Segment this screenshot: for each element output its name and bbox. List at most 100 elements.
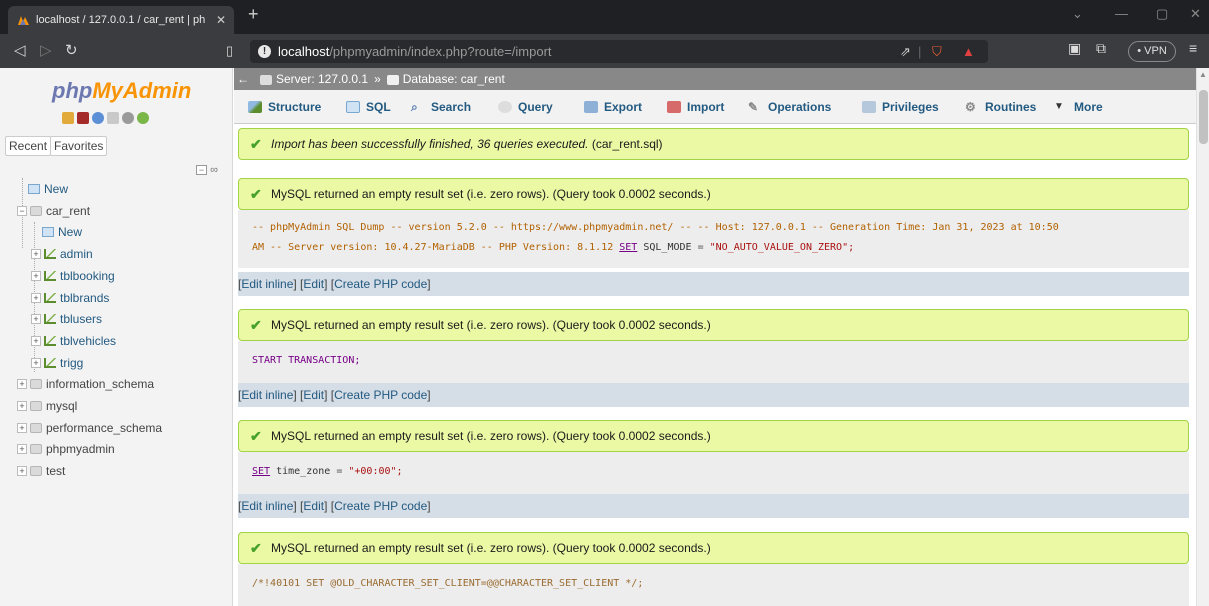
tree-item-car-rent[interactable]: − car_rent xyxy=(0,200,232,222)
search-icon: ⌕ xyxy=(411,100,418,114)
tree-item-tblusers[interactable]: + tblusers xyxy=(0,308,232,330)
table-icon xyxy=(44,314,56,325)
breadcrumb-database[interactable]: Database: car_rent xyxy=(403,72,505,86)
site-info-icon[interactable]: ! xyxy=(258,45,271,58)
expand-icon[interactable]: + xyxy=(17,444,27,455)
expand-icon[interactable]: + xyxy=(17,401,27,411)
tab-privileges[interactable]: Privileges xyxy=(862,98,939,116)
scrollbar-thumb[interactable] xyxy=(1199,90,1208,144)
expand-icon[interactable]: + xyxy=(17,422,27,433)
sql-query-box: START TRANSACTION; xyxy=(238,341,1189,383)
table-icon xyxy=(44,249,56,260)
tab-more[interactable]: ▼ More xyxy=(1054,98,1103,116)
sql-query-box: /*!40101 SET @OLD_CHARACTER_SET_CLIENT=@… xyxy=(238,564,1189,606)
favorites-tab[interactable]: Favorites xyxy=(50,136,108,156)
close-tab-icon[interactable]: ✕ xyxy=(216,6,226,34)
expand-icon[interactable]: + xyxy=(31,270,41,281)
close-window-icon[interactable]: ✕ xyxy=(1190,6,1201,22)
link-icon[interactable]: ∞ xyxy=(210,164,218,176)
expand-icon[interactable]: + xyxy=(17,466,27,477)
scroll-up-icon[interactable]: ▲ xyxy=(1199,70,1207,79)
tree-item-phpmyadmin[interactable]: + phpmyadmin xyxy=(0,438,232,460)
brave-shield-icon[interactable]: ⛉ xyxy=(932,40,942,63)
maximize-icon[interactable]: ▢ xyxy=(1156,6,1168,22)
create-php-code-link[interactable]: Create PHP code xyxy=(334,277,427,291)
database-icon xyxy=(30,444,42,455)
reload-icon[interactable]: ↻ xyxy=(65,42,78,60)
tab-routines[interactable]: ⚙ Routines xyxy=(965,98,1036,116)
create-php-code-link[interactable]: Create PHP code xyxy=(334,499,427,513)
tab-title: localhost / 127.0.0.1 / car_rent | ph xyxy=(36,14,206,26)
expand-icon[interactable]: + xyxy=(31,249,41,260)
tree-item-test[interactable]: + test xyxy=(0,460,232,482)
structure-icon xyxy=(248,101,262,113)
create-php-code-link[interactable]: Create PHP code xyxy=(334,388,427,402)
tree-item-information-schema[interactable]: + information_schema xyxy=(0,373,232,395)
collapse-link-controls: − ∞ xyxy=(196,164,218,176)
edit-link[interactable]: Edit xyxy=(303,388,324,402)
help-icon[interactable] xyxy=(92,112,104,124)
tab-operations[interactable]: ✎ Operations xyxy=(748,98,831,116)
tree-item-new-table[interactable]: New xyxy=(0,221,232,243)
wallet-icon[interactable]: ⧉ xyxy=(1096,40,1106,57)
collapse-icon[interactable]: − xyxy=(17,205,27,216)
collapse-all-icon[interactable]: − xyxy=(196,165,207,175)
expand-icon[interactable]: + xyxy=(31,314,41,325)
new-tab-icon[interactable]: + xyxy=(248,4,259,25)
edit-inline-link[interactable]: Edit inline xyxy=(241,499,293,513)
tab-export[interactable]: Export xyxy=(584,98,642,116)
browser-nav-bar: ◁ ▷ ↻ ▯ ! localhost/phpmyadmin/index.php… xyxy=(0,34,1209,68)
edit-inline-link[interactable]: Edit inline xyxy=(241,388,293,402)
reload-nav-icon[interactable] xyxy=(137,112,149,124)
expand-icon[interactable]: + xyxy=(31,357,41,368)
caret-down-icon: ▼ xyxy=(1054,101,1064,112)
collapse-nav-icon[interactable]: ← xyxy=(237,68,249,90)
edit-link[interactable]: Edit xyxy=(303,499,324,513)
tree-item-mysql[interactable]: + mysql xyxy=(0,395,232,417)
edit-link[interactable]: Edit xyxy=(303,277,324,291)
logout-icon[interactable] xyxy=(77,112,89,124)
tab-search[interactable]: ⌕ Search xyxy=(411,98,471,116)
expand-icon[interactable]: + xyxy=(31,292,41,303)
sidebar-icon-row xyxy=(62,112,149,124)
bookmark-icon[interactable]: ▯ xyxy=(226,42,233,60)
settings-icon[interactable] xyxy=(122,112,134,124)
query-icon xyxy=(498,101,512,113)
tab-query[interactable]: Query xyxy=(498,98,553,116)
menu-icon[interactable]: ≡ xyxy=(1189,40,1197,56)
tree-item-performance-schema[interactable]: + performance_schema xyxy=(0,417,232,439)
tree-item-trigg[interactable]: + trigg xyxy=(0,352,232,374)
breadcrumb-server[interactable]: Server: 127.0.0.1 xyxy=(276,72,368,86)
tree-item-tblbooking[interactable]: + tblbooking xyxy=(0,265,232,287)
privileges-icon xyxy=(862,101,876,113)
expand-icon[interactable]: + xyxy=(17,379,27,390)
expand-icon[interactable]: + xyxy=(31,335,41,346)
tab-sql[interactable]: SQL xyxy=(346,98,391,116)
tab-structure[interactable]: Structure xyxy=(248,98,321,116)
brave-rewards-icon[interactable]: ▲ xyxy=(962,40,975,63)
address-bar[interactable]: ! localhost/phpmyadmin/index.php?route=/… xyxy=(250,40,988,63)
home-icon[interactable] xyxy=(62,112,74,124)
tree-item-admin[interactable]: + admin xyxy=(0,243,232,265)
recent-favorites-tabs: Recent Favorites xyxy=(5,136,108,156)
chevron-down-icon[interactable]: ⌄ xyxy=(1072,6,1083,22)
table-icon xyxy=(44,335,56,346)
browser-tab[interactable]: localhost / 127.0.0.1 / car_rent | ph ✕ xyxy=(8,6,234,34)
tree-item-tblbrands[interactable]: + tblbrands xyxy=(0,287,232,309)
success-check-icon: ✔ xyxy=(250,136,262,152)
import-success-message: ✔ Import has been successfully finished,… xyxy=(238,128,1189,160)
tree-item-tblvehicles[interactable]: + tblvehicles xyxy=(0,330,232,352)
edit-inline-link[interactable]: Edit inline xyxy=(241,277,293,291)
sidebar-toggle-icon[interactable]: ▣ xyxy=(1068,40,1081,57)
forward-icon[interactable]: ▷ xyxy=(40,42,52,60)
vpn-button[interactable]: • VPN xyxy=(1128,41,1176,62)
docs-icon[interactable] xyxy=(107,112,119,124)
vertical-scrollbar[interactable]: ▲ xyxy=(1196,68,1209,606)
share-icon[interactable]: ⇗ xyxy=(900,40,911,63)
minimize-icon[interactable]: — xyxy=(1115,6,1128,21)
recent-tab[interactable]: Recent xyxy=(5,136,52,156)
tree-item-new[interactable]: New xyxy=(0,178,232,200)
phpmyadmin-logo[interactable]: phpMyAdmin xyxy=(52,78,191,104)
back-icon[interactable]: ◁ xyxy=(14,42,26,60)
tab-import[interactable]: Import xyxy=(667,98,724,116)
